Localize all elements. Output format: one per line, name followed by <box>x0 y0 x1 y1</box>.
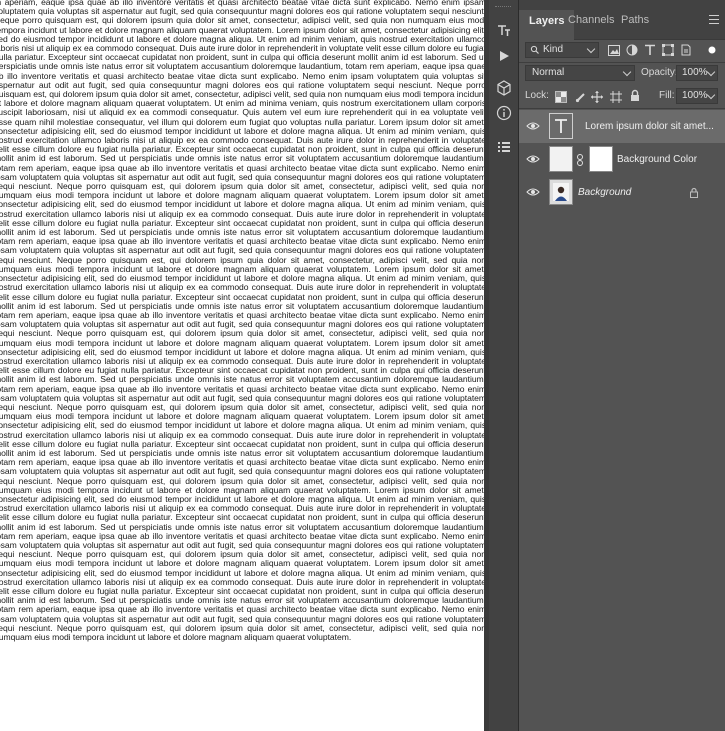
properties-icon[interactable] <box>494 137 514 157</box>
fill-label: Fill: <box>659 90 675 101</box>
chevron-down-icon <box>586 44 596 54</box>
blend-mode-label: Normal <box>532 67 565 78</box>
lock-position-icon[interactable] <box>591 90 603 103</box>
portrait-image-icon <box>550 180 572 204</box>
text-layer-thumbnail <box>549 113 573 139</box>
panel-tab-bar: Layers Channels Paths <box>519 0 725 40</box>
lock-label: Lock: <box>525 90 549 101</box>
lock-image-pixels-icon[interactable] <box>575 90 587 103</box>
adjustment-filter-icon[interactable] <box>625 42 639 58</box>
layer-name[interactable]: Lorem ipsum dolor sit amet... <box>585 121 717 132</box>
blend-mode-select[interactable]: Normal <box>525 65 635 81</box>
opacity-label: Opacity: <box>641 67 678 78</box>
opacity-field[interactable]: 100% <box>676 65 718 81</box>
layer-mask-thumbnail[interactable] <box>589 146 613 172</box>
lock-icon <box>690 187 698 198</box>
panel-dock-strip <box>489 0 519 731</box>
dock-grip[interactable] <box>495 6 511 9</box>
filter-kind-label: Kind <box>543 44 564 55</box>
pixel-filter-icon[interactable] <box>607 42 621 58</box>
visibility-eye-icon[interactable] <box>526 121 540 131</box>
visibility-eye-icon[interactable] <box>526 154 540 164</box>
chevron-down-icon <box>706 90 716 100</box>
link-chain-icon[interactable] <box>575 153 585 166</box>
layer-row-text[interactable]: Lorem ipsum dolor sit amet... <box>519 110 725 143</box>
background-layer-thumbnail <box>549 179 573 205</box>
layer-name[interactable]: Background Color <box>617 154 717 165</box>
tab-layers[interactable]: Layers <box>519 10 575 40</box>
lock-transparent-pixels-icon[interactable] <box>555 90 567 103</box>
filter-toggle-icon[interactable] <box>705 42 719 58</box>
type-icon <box>555 119 567 133</box>
layer-row-background[interactable]: Background <box>519 176 725 209</box>
document-canvas[interactable]: m aperiam, eaque ipsa quae ab illo inven… <box>0 0 484 731</box>
type-filter-icon[interactable] <box>643 42 657 58</box>
3d-cube-icon[interactable] <box>494 78 514 98</box>
play-icon[interactable] <box>494 46 514 66</box>
blend-row: Normal Opacity: 100% <box>519 65 725 81</box>
separator <box>519 108 725 109</box>
lock-row: Lock: Fill: 100% <box>519 88 725 104</box>
lock-all-icon[interactable] <box>629 89 641 102</box>
fill-field[interactable]: 100% <box>676 88 718 104</box>
shape-filter-icon[interactable] <box>661 42 675 58</box>
chevron-down-icon <box>706 67 716 77</box>
panel-menu-icon[interactable] <box>709 15 719 27</box>
smart-object-filter-icon[interactable] <box>679 42 693 58</box>
filter-kind-select[interactable]: Kind <box>525 42 599 58</box>
info-icon[interactable] <box>494 103 514 123</box>
separator <box>519 62 725 63</box>
character-panel-icon[interactable] <box>494 21 514 41</box>
layer-filter-row: Kind <box>519 42 725 58</box>
chevron-down-icon <box>622 67 632 77</box>
search-icon <box>530 43 540 62</box>
canvas-text-block: m aperiam, eaque ipsa quae ab illo inven… <box>0 0 484 643</box>
fill-layer-thumbnail <box>549 146 573 172</box>
tab-paths[interactable]: Paths <box>621 14 649 26</box>
lock-artboard-icon[interactable] <box>610 90 622 103</box>
layer-name[interactable]: Background <box>578 187 688 198</box>
layer-row-fill[interactable]: Background Color <box>519 143 725 176</box>
opacity-value: 100% <box>682 67 708 78</box>
fill-value: 100% <box>682 90 708 101</box>
layers-panel: Layers Channels Paths Kind Normal Opacit… <box>519 0 725 731</box>
visibility-eye-icon[interactable] <box>526 187 540 197</box>
tab-channels[interactable]: Channels <box>568 14 614 26</box>
